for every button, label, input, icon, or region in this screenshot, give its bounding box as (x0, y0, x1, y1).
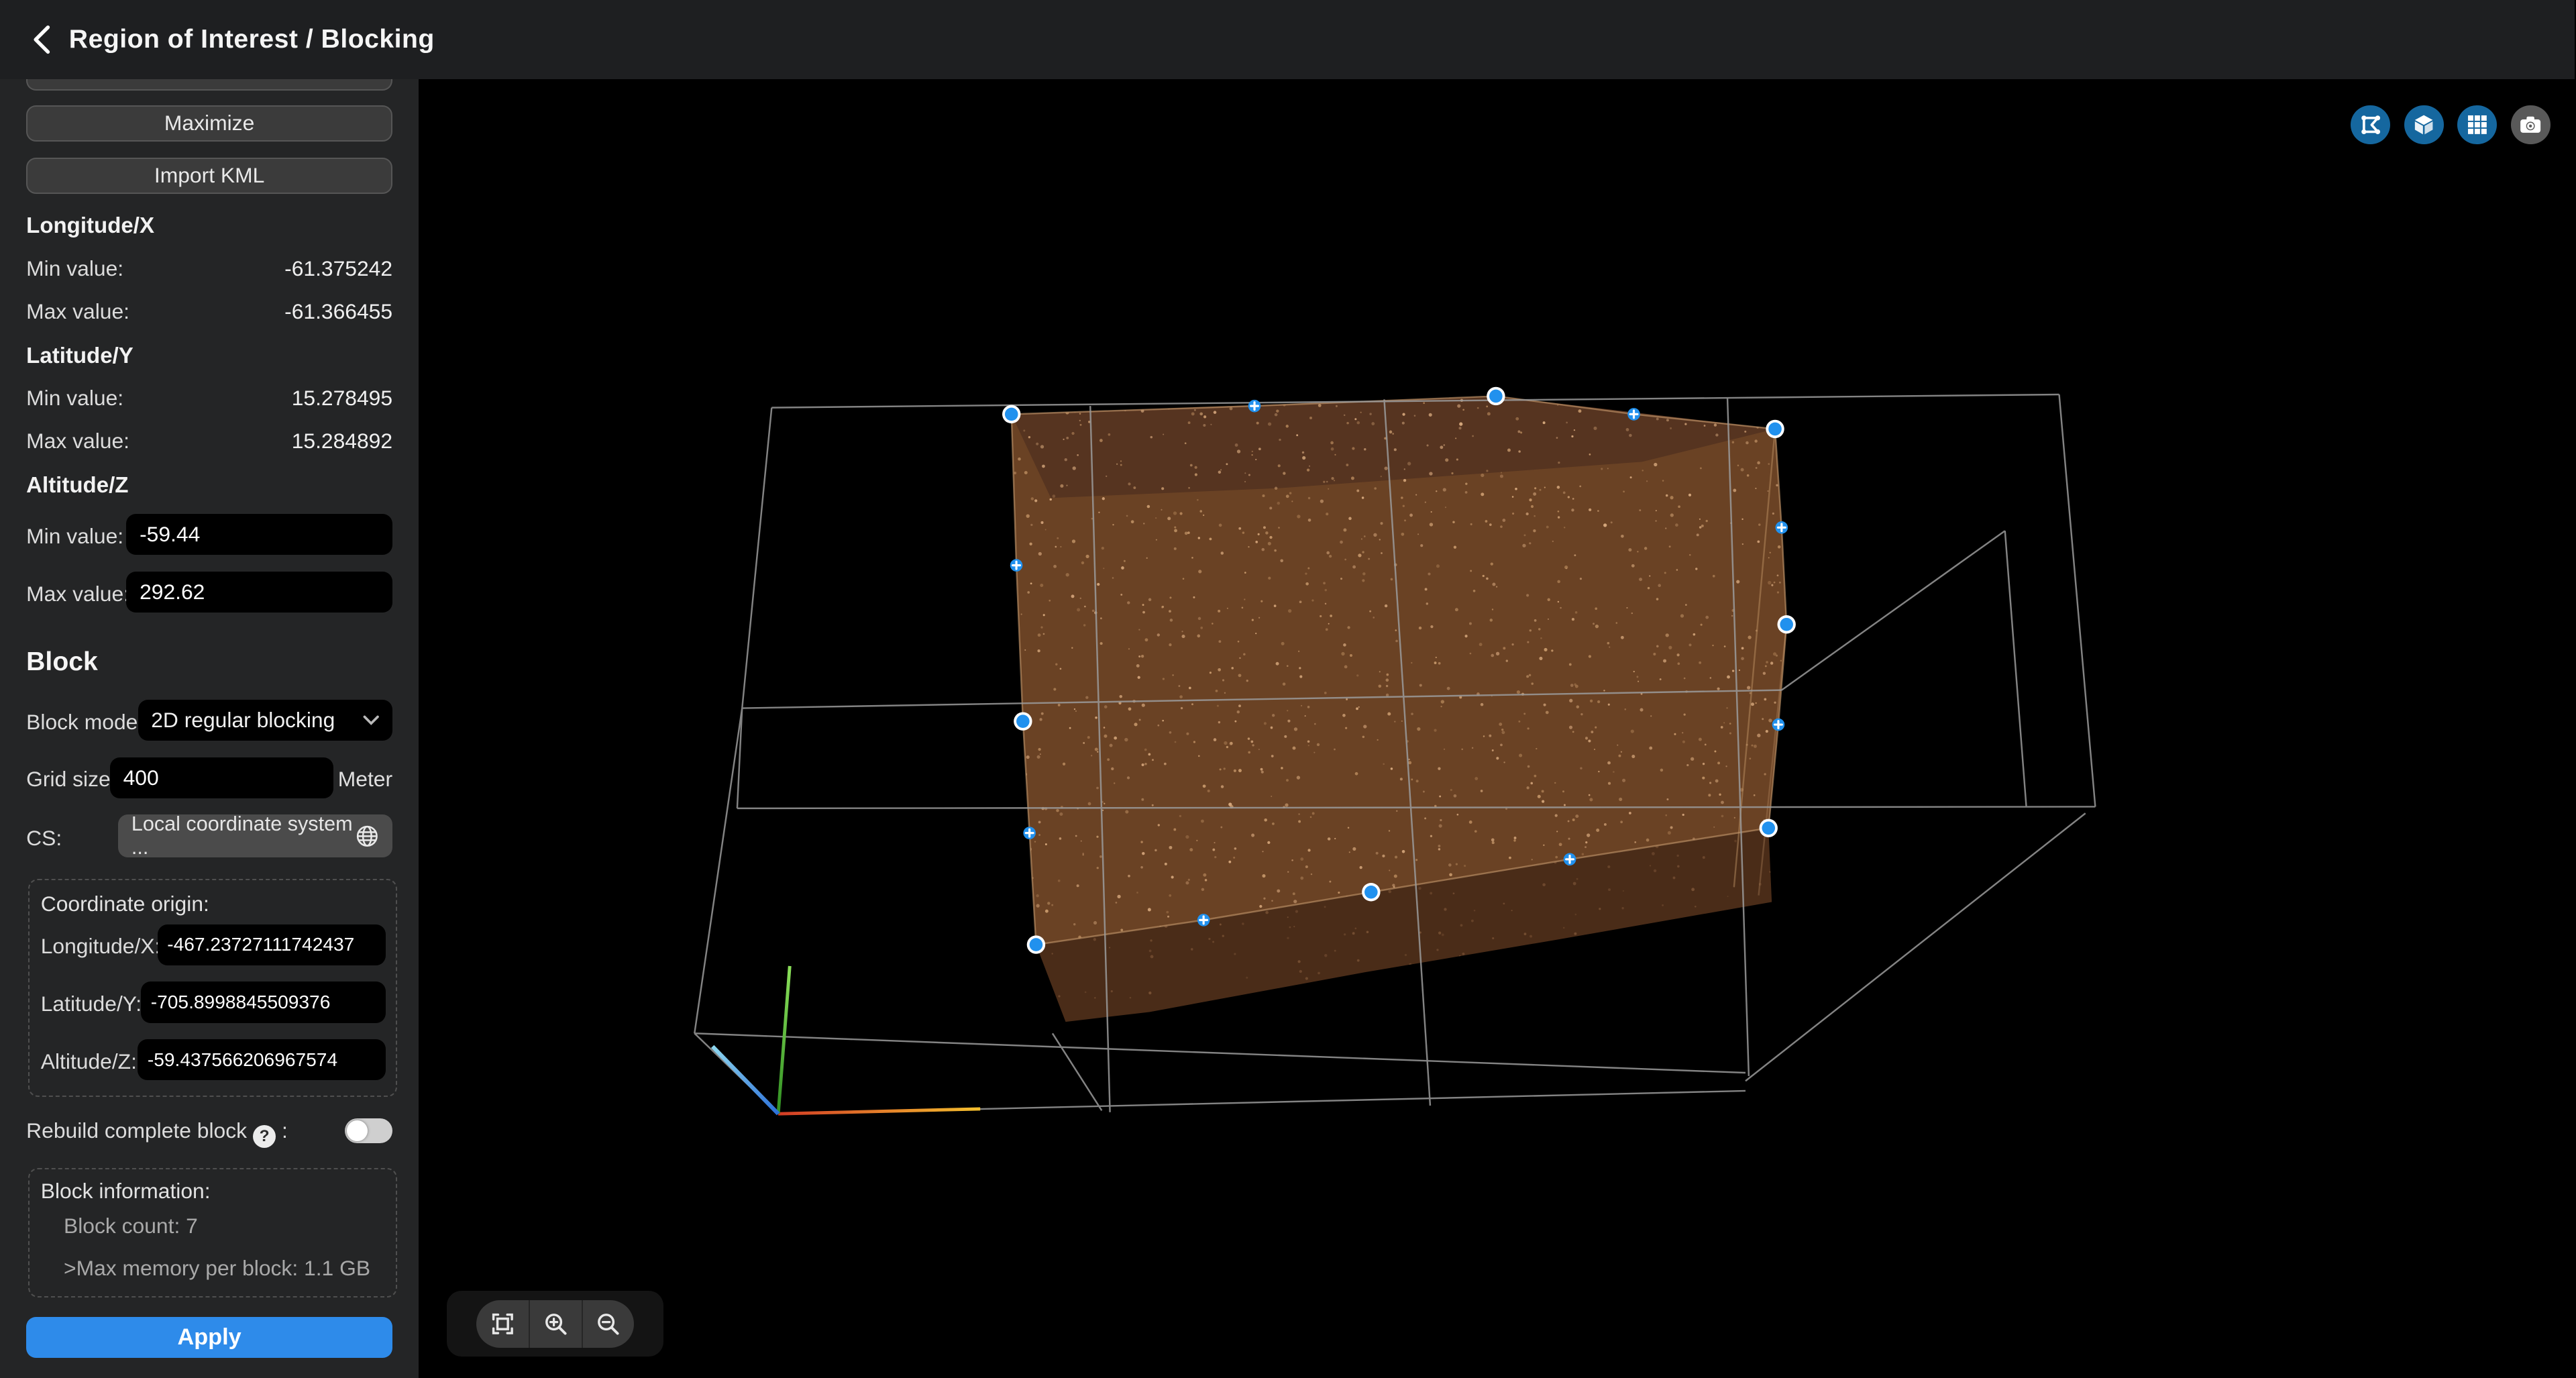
latitude-min-label: Min value: (26, 386, 123, 411)
viewport-3d-scene[interactable] (419, 79, 2575, 1378)
longitude-min-label: Min value: (26, 256, 123, 281)
altitude-min-label: Min value: (26, 524, 123, 549)
roi-corner-handle[interactable] (1760, 818, 1778, 837)
cube-view-button[interactable] (2404, 105, 2444, 145)
roi-corner-handle[interactable] (1014, 712, 1032, 730)
viewport-3d[interactable] (419, 79, 2575, 1378)
origin-altitude-input[interactable] (138, 1039, 386, 1080)
altitude-min-input[interactable] (126, 514, 392, 555)
region-edit-button[interactable] (2351, 105, 2390, 145)
grid-view-button[interactable] (2457, 105, 2497, 145)
back-button[interactable] (13, 11, 69, 67)
cs-value: Local coordinate system ... (131, 812, 355, 859)
altitude-max-label: Max value: (26, 582, 129, 606)
roi-corner-handle[interactable] (1778, 615, 1796, 633)
origin-altitude-label: Altitude/Z: (41, 1049, 137, 1074)
apply-button[interactable]: Apply (26, 1317, 392, 1358)
axis-y-line (778, 965, 790, 1113)
roi-edge-handle[interactable] (1248, 399, 1261, 412)
rebuild-label-text: Rebuild complete block (26, 1118, 247, 1143)
cs-button[interactable]: Local coordinate system ... (118, 814, 392, 857)
latitude-min-value: 15.278495 (292, 386, 392, 411)
toggle-knob (347, 1120, 368, 1142)
page-title: Region of Interest / Blocking (69, 25, 435, 54)
rebuild-label-suffix: : (282, 1118, 288, 1143)
fit-view-button[interactable] (476, 1300, 529, 1348)
grid-size-unit: Meter (338, 767, 392, 792)
latitude-max-value: 15.284892 (292, 429, 392, 454)
zoom-out-icon (596, 1312, 621, 1336)
coordinate-origin-group: Coordinate origin: Longitude/X: Latitude… (28, 879, 398, 1098)
block-information-heading: Block information: (41, 1179, 211, 1204)
max-memory-text: >Max memory per block: 1.1 GB (64, 1256, 370, 1281)
roi-edge-handle[interactable] (1010, 559, 1023, 572)
grid-icon (2467, 114, 2488, 136)
latitude-heading: Latitude/Y (26, 343, 133, 369)
longitude-max-label: Max value: (26, 299, 129, 324)
coordinate-origin-heading: Coordinate origin: (41, 892, 209, 916)
roi-corner-handle[interactable] (1027, 935, 1045, 953)
origin-longitude-input[interactable] (158, 924, 386, 965)
chevron-down-icon (363, 715, 379, 725)
block-heading: Block (26, 647, 98, 677)
app-window: Region of Interest / Blocking Maximize I… (0, 0, 2575, 1378)
header-bar: Region of Interest / Blocking (0, 0, 2575, 79)
import-kml-button[interactable]: Import KML (26, 158, 392, 194)
longitude-heading: Longitude/X (26, 213, 154, 239)
roi-edge-handle[interactable] (1024, 827, 1036, 839)
block-mode-label: Block mode: (26, 710, 144, 735)
roi-corner-handle[interactable] (1766, 419, 1784, 437)
axis-z-line (712, 1046, 778, 1113)
origin-latitude-input[interactable] (141, 982, 386, 1022)
chevron-left-icon (32, 25, 51, 54)
zoom-in-button[interactable] (529, 1300, 581, 1348)
region-icon (2359, 113, 2382, 136)
zoom-in-icon (543, 1312, 568, 1336)
roi-edge-handle[interactable] (1772, 718, 1785, 731)
roi-corner-handle[interactable] (1362, 883, 1380, 901)
rebuild-block-label: Rebuild complete block ? : (26, 1118, 288, 1148)
cube-icon (2412, 113, 2435, 136)
roi-edge-handle[interactable] (1627, 408, 1640, 421)
question-icon[interactable]: ? (253, 1125, 276, 1148)
rebuild-block-toggle[interactable] (345, 1118, 392, 1143)
block-mode-value: 2D regular blocking (151, 708, 363, 733)
altitude-max-input[interactable] (126, 572, 392, 613)
sidebar: Maximize Import KML Longitude/X Min valu… (0, 0, 419, 1378)
altitude-heading: Altitude/Z (26, 473, 128, 498)
block-mode-select[interactable]: 2D regular blocking (138, 700, 392, 741)
roi-corner-handle[interactable] (1002, 405, 1020, 423)
cs-label: CS: (26, 826, 62, 851)
roi-edge-handle[interactable] (1564, 853, 1576, 865)
camera-icon (2519, 113, 2542, 136)
grid-size-input[interactable] (110, 757, 333, 798)
origin-longitude-label: Longitude/X: (41, 934, 161, 959)
roi-edge-handle[interactable] (1776, 521, 1788, 533)
longitude-min-value: -61.375242 (284, 256, 392, 281)
zoom-toolbar-pill (476, 1300, 634, 1348)
latitude-max-label: Max value: (26, 429, 129, 454)
grid-size-label: Grid size: (26, 767, 116, 792)
longitude-max-value: -61.366455 (284, 299, 392, 324)
screenshot-button[interactable] (2511, 105, 2551, 145)
fit-view-icon (490, 1312, 515, 1336)
roi-edge-handle[interactable] (1197, 914, 1210, 926)
viewport-zoom-toolbar (447, 1291, 663, 1357)
zoom-out-button[interactable] (582, 1300, 634, 1348)
maximize-button[interactable]: Maximize (26, 105, 392, 142)
roi-corner-handle[interactable] (1487, 386, 1505, 405)
axis-x-line (778, 1108, 980, 1113)
block-count-text: Block count: 7 (64, 1214, 198, 1238)
block-information-group: Block information: Block count: 7 >Max m… (28, 1168, 398, 1297)
viewport-corner-tools (2351, 105, 2550, 145)
origin-latitude-label: Latitude/Y: (41, 992, 142, 1016)
globe-icon (355, 824, 380, 849)
